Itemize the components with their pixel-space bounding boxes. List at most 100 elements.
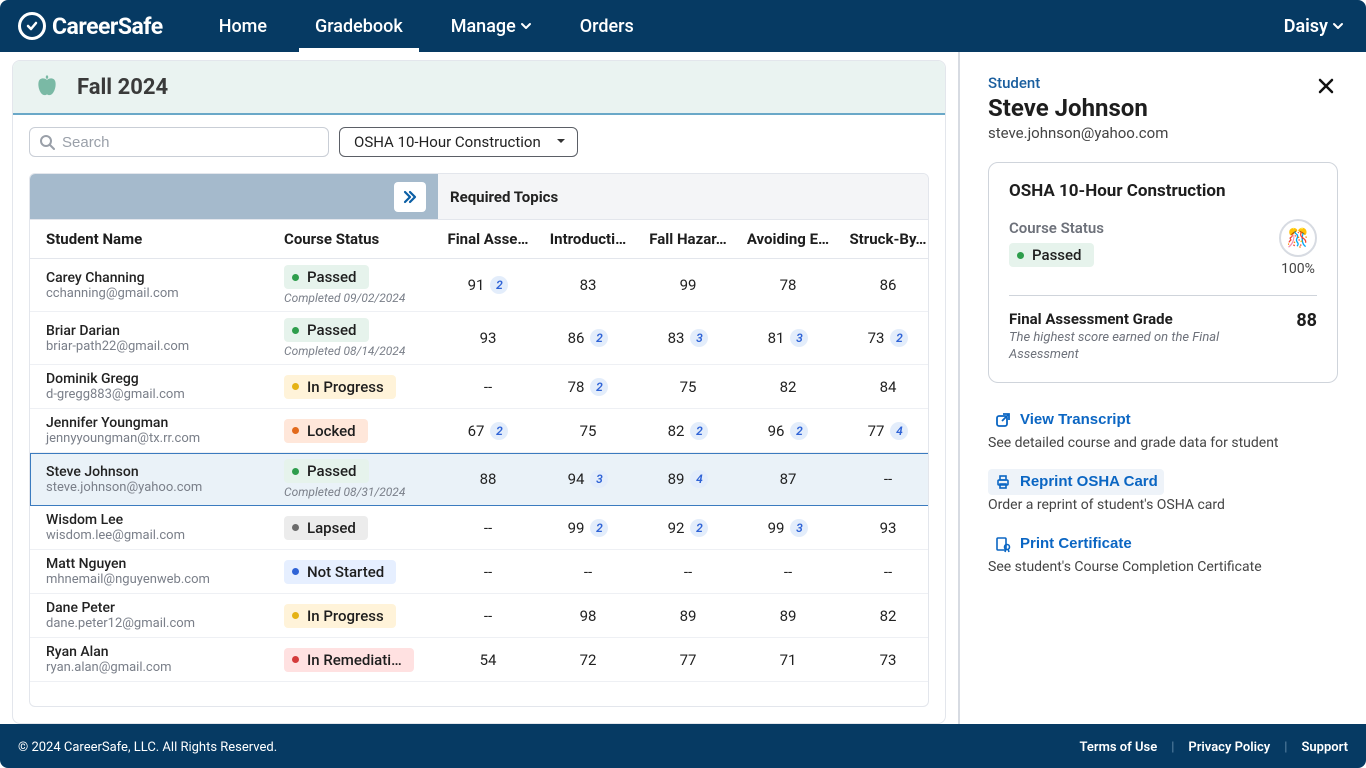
view-transcript-button[interactable]: View Transcript: [988, 407, 1137, 433]
score-cell: 98: [538, 594, 638, 638]
page-header: Fall 2024: [13, 61, 945, 115]
table-row[interactable]: Briar Darianbriar-path22@gmail.comPassed…: [30, 312, 929, 365]
score-cell: 83 3: [638, 312, 738, 365]
score-cell: 89 4: [638, 453, 738, 506]
status-pill: Passed: [284, 459, 369, 483]
attempt-badge: 4: [690, 470, 708, 488]
score-cell: 96 2: [738, 409, 838, 453]
expand-columns-button[interactable]: [394, 182, 426, 212]
nav-orders[interactable]: Orders: [556, 0, 658, 52]
table-row[interactable]: Wisdom Leewisdom.lee@gmail.comLapsed--99…: [30, 506, 929, 550]
status-pill: Passed: [284, 265, 369, 289]
completed-date: Completed 08/14/2024: [284, 344, 422, 358]
table-row[interactable]: Dane Peterdane.peter12@gmail.comIn Progr…: [30, 594, 929, 638]
attempt-badge: 3: [590, 470, 608, 488]
score-cell: 82: [838, 594, 929, 638]
score-cell: 93: [438, 312, 538, 365]
col-intro[interactable]: Introducti…: [538, 220, 638, 259]
score-cell: --: [438, 506, 538, 550]
brand-logo[interactable]: CareerSafe: [18, 12, 163, 40]
footer-support[interactable]: Support: [1301, 740, 1348, 755]
completed-date: Completed 09/02/2024: [284, 291, 422, 305]
col-fall[interactable]: Fall Hazar…: [638, 220, 738, 259]
attempt-badge: 3: [790, 519, 808, 537]
student-name: Ryan Alan: [46, 644, 252, 660]
panel-tag: Student: [988, 74, 1168, 92]
footer-privacy[interactable]: Privacy Policy: [1188, 740, 1270, 755]
nav-manage[interactable]: Manage: [427, 0, 556, 52]
student-detail-panel: Student Steve Johnson steve.johnson@yaho…: [958, 52, 1366, 724]
nav-manage-label: Manage: [451, 16, 516, 37]
search-input[interactable]: [29, 127, 329, 157]
nav-gradebook[interactable]: Gradebook: [291, 0, 427, 52]
score-cell: 94 3: [538, 453, 638, 506]
chevrons-right-icon: [401, 188, 419, 206]
course-summary-card: OSHA 10-Hour Construction Course Status …: [988, 162, 1338, 383]
student-email: briar-path22@gmail.com: [46, 339, 252, 354]
table-row[interactable]: Steve Johnsonsteve.johnson@yahoo.comPass…: [30, 453, 929, 506]
score-cell: 88: [438, 453, 538, 506]
attempt-badge: 2: [790, 422, 808, 440]
status-pill: In Progress: [284, 604, 396, 628]
score-cell: 83: [538, 259, 638, 312]
attempt-badge: 4: [890, 422, 908, 440]
score-cell: 73: [838, 638, 929, 682]
panel-student-name: Steve Johnson: [988, 94, 1168, 122]
student-email: cchanning@gmail.com: [46, 286, 252, 301]
completed-date: Completed 08/31/2024: [284, 485, 422, 499]
final-assessment-sub: The highest score earned on the Final As…: [1009, 330, 1229, 364]
score-cell: 82 2: [638, 409, 738, 453]
table-row[interactable]: Dominik Greggd-gregg883@gmail.comIn Prog…: [30, 365, 929, 409]
status-pill: In Remediati…: [284, 648, 414, 672]
reprint-osha-button[interactable]: Reprint OSHA Card: [988, 469, 1164, 495]
table-row[interactable]: Carey Channingcchanning@gmail.comPassedC…: [30, 259, 929, 312]
primary-nav: Home Gradebook Manage Orders: [195, 0, 658, 52]
course-card-title: OSHA 10-Hour Construction: [1009, 181, 1317, 201]
status-pill: Locked: [284, 419, 368, 443]
footer-terms[interactable]: Terms of Use: [1080, 740, 1158, 755]
caret-down-icon: [520, 16, 532, 37]
external-link-icon: [994, 411, 1012, 429]
gradebook-table: Student Name Course Status Final Asse… I…: [30, 220, 929, 682]
attempt-badge: 2: [590, 519, 608, 537]
footer-copyright: © 2024 CareerSafe, LLC. All Rights Reser…: [18, 740, 277, 755]
score-cell: --: [838, 550, 929, 594]
course-select-value: OSHA 10-Hour Construction: [354, 133, 541, 151]
student-name: Wisdom Lee: [46, 512, 252, 528]
score-cell: 84: [838, 365, 929, 409]
score-cell: 77 4: [838, 409, 929, 453]
student-email: d-gregg883@gmail.com: [46, 387, 252, 402]
frozen-columns-header: [30, 174, 438, 219]
progress-percent: 100%: [1279, 261, 1317, 277]
student-name: Dane Peter: [46, 600, 252, 616]
panel-close-button[interactable]: [1314, 74, 1338, 101]
attempt-badge: 2: [690, 519, 708, 537]
col-final[interactable]: Final Asse…: [438, 220, 538, 259]
print-certificate-button[interactable]: Print Certificate: [988, 531, 1138, 557]
score-cell: 99 3: [738, 506, 838, 550]
student-name: Jennifer Youngman: [46, 415, 252, 431]
score-cell: 75: [538, 409, 638, 453]
score-cell: --: [838, 453, 929, 506]
col-student-name[interactable]: Student Name: [30, 220, 268, 259]
col-avoid[interactable]: Avoiding E…: [738, 220, 838, 259]
user-menu[interactable]: Daisy: [1280, 16, 1348, 37]
score-cell: 86 2: [538, 312, 638, 365]
score-cell: --: [438, 365, 538, 409]
student-email: steve.johnson@yahoo.com: [46, 480, 252, 495]
nav-home[interactable]: Home: [195, 0, 291, 52]
score-cell: --: [438, 594, 538, 638]
score-cell: 78: [738, 259, 838, 312]
attempt-badge: 3: [690, 329, 708, 347]
table-row[interactable]: Ryan Alanryan.alan@gmail.comIn Remediati…: [30, 638, 929, 682]
col-course-status[interactable]: Course Status: [268, 220, 438, 259]
course-select[interactable]: OSHA 10-Hour Construction: [339, 127, 578, 157]
score-cell: 99 2: [538, 506, 638, 550]
student-name: Briar Darian: [46, 323, 252, 339]
score-cell: --: [438, 550, 538, 594]
table-row[interactable]: Matt Nguyenmhnemail@nguyenweb.comNot Sta…: [30, 550, 929, 594]
col-struck[interactable]: Struck-By…: [838, 220, 929, 259]
table-row[interactable]: Jennifer Youngmanjennyyoungman@tx.rr.com…: [30, 409, 929, 453]
student-name: Matt Nguyen: [46, 556, 252, 572]
score-cell: --: [538, 550, 638, 594]
